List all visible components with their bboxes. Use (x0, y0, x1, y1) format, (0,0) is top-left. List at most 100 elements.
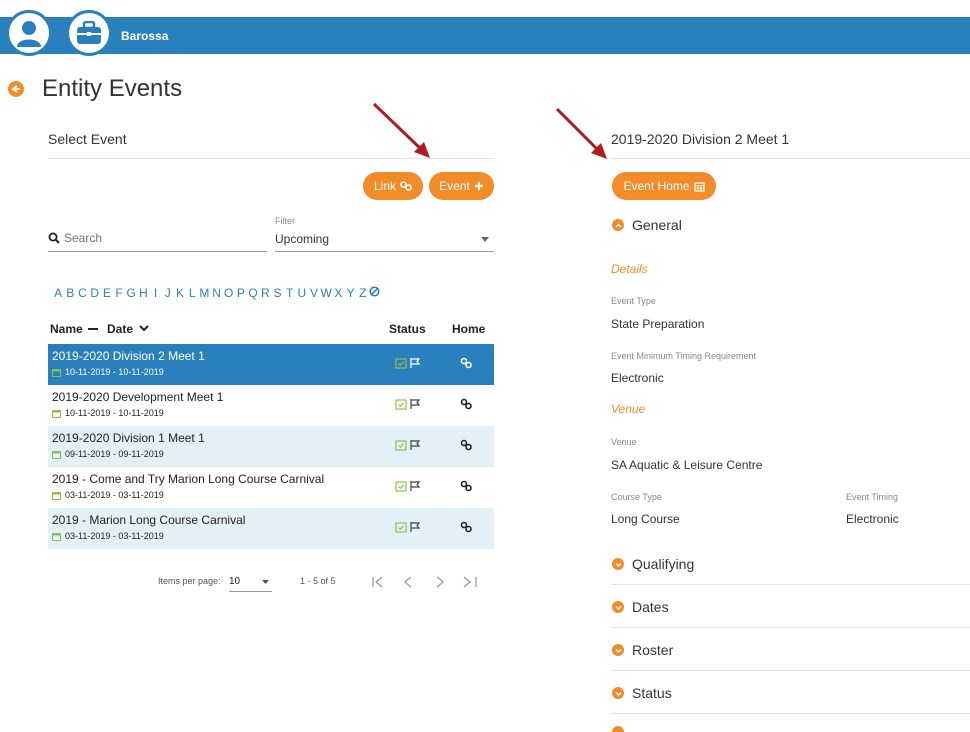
letter-j[interactable]: J (162, 286, 174, 300)
entity-switcher[interactable] (66, 10, 112, 56)
calendar-icon (52, 450, 61, 459)
pager-controls (372, 576, 477, 588)
letter-x[interactable]: X (332, 286, 344, 300)
general-section-label: General (632, 217, 682, 233)
event-name: 2019-2020 Division 2 Meet 1 (52, 349, 205, 363)
table-row[interactable]: 2019-2020 Development Meet 1 10-11-2019 … (48, 385, 494, 426)
user-avatar[interactable] (6, 10, 52, 56)
letter-k[interactable]: K (174, 286, 186, 300)
flag-icon (410, 481, 421, 491)
details-heading: Details (611, 262, 648, 276)
letter-v[interactable]: V (308, 286, 320, 300)
col-status: Status (389, 322, 426, 336)
section-divider (611, 627, 970, 628)
clear-letter-filter[interactable] (369, 286, 381, 300)
venue-label: Venue (611, 437, 637, 447)
link-button[interactable]: Link (363, 172, 423, 200)
col-date[interactable]: Date (107, 322, 133, 336)
select-event-title: Select Event (48, 131, 127, 147)
letter-h[interactable]: H (137, 286, 149, 300)
status-section-label: Status (632, 685, 672, 701)
link-icon[interactable] (460, 521, 472, 533)
chevron-up-icon (612, 219, 624, 231)
chevron-down-icon[interactable] (139, 325, 149, 332)
briefcase-icon (77, 21, 101, 44)
event-status (395, 521, 421, 533)
events-table-header: Name Date Status Home (48, 322, 494, 342)
letter-r[interactable]: R (259, 286, 271, 300)
table-row[interactable]: 2019 - Come and Try Marion Long Course C… (48, 467, 494, 508)
event-name: 2019-2020 Division 1 Meet 1 (52, 431, 205, 445)
letter-g[interactable]: G (125, 286, 137, 300)
letter-o[interactable]: O (223, 286, 235, 300)
event-name: 2019 - Marion Long Course Carnival (52, 513, 246, 527)
letter-z[interactable]: Z (357, 286, 369, 300)
add-event-button[interactable]: Event (429, 172, 494, 200)
user-icon (17, 21, 41, 47)
roster-section[interactable]: Roster (612, 642, 673, 658)
next-page-icon[interactable] (436, 576, 445, 588)
calendar-check-icon (395, 358, 407, 369)
page-title: Entity Events (42, 75, 183, 102)
letter-p[interactable]: P (235, 286, 247, 300)
dates-section[interactable]: Dates (612, 599, 669, 615)
calendar-check-icon (395, 440, 407, 451)
org-name[interactable]: Barossa (121, 29, 168, 43)
event-home-button[interactable]: Event Home (612, 172, 716, 200)
prev-page-icon[interactable] (403, 576, 412, 588)
letter-e[interactable]: E (101, 286, 113, 300)
status-section[interactable]: Status (612, 685, 672, 701)
letter-s[interactable]: S (271, 286, 283, 300)
link-icon[interactable] (460, 398, 472, 410)
col-name[interactable]: Name (50, 322, 83, 336)
page-range: 1 - 5 of 5 (300, 576, 336, 586)
qualifying-section[interactable]: Qualifying (612, 556, 694, 572)
annotation-arrow (372, 102, 430, 158)
general-section[interactable]: General (612, 217, 682, 233)
link-icon[interactable] (460, 480, 472, 492)
letter-i[interactable]: I (150, 286, 162, 300)
link-icon[interactable] (460, 357, 472, 369)
section-divider (611, 670, 970, 671)
items-per-page-select[interactable]: 10 (229, 576, 240, 587)
flag-icon (410, 522, 421, 532)
table-row[interactable]: 2019 - Marion Long Course Carnival 03-11… (48, 508, 494, 549)
calendar-icon (52, 491, 61, 500)
search-input[interactable] (64, 230, 264, 246)
dropdown-arrow-icon[interactable] (481, 237, 489, 242)
letter-y[interactable]: Y (345, 286, 357, 300)
letter-m[interactable]: M (198, 286, 210, 300)
letter-q[interactable]: Q (247, 286, 259, 300)
letter-a[interactable]: A (52, 286, 64, 300)
flag-icon (410, 440, 421, 450)
flag-icon (410, 358, 421, 368)
event-dates: 03-11-2019 - 03-11-2019 (65, 490, 164, 500)
letter-u[interactable]: U (296, 286, 308, 300)
calendar-icon (52, 368, 61, 377)
event-dates: 10-11-2019 - 10-11-2019 (65, 367, 164, 377)
last-page-icon[interactable] (463, 576, 477, 588)
calendar-check-icon (395, 399, 407, 410)
letter-f[interactable]: F (113, 286, 125, 300)
link-button-label: Link (373, 179, 396, 193)
table-row[interactable]: 2019-2020 Division 2 Meet 1 10-11-2019 -… (48, 344, 494, 385)
calendar-icon (52, 409, 61, 418)
letter-d[interactable]: D (89, 286, 101, 300)
letter-t[interactable]: T (284, 286, 296, 300)
letter-n[interactable]: N (210, 286, 222, 300)
link-icon (400, 181, 412, 191)
event-status (395, 480, 421, 492)
letter-w[interactable]: W (320, 286, 332, 300)
table-row[interactable]: 2019-2020 Division 1 Meet 1 09-11-2019 -… (48, 426, 494, 467)
letter-b[interactable]: B (64, 286, 76, 300)
per-page-dropdown-icon[interactable] (262, 580, 269, 584)
letter-c[interactable]: C (76, 286, 88, 300)
per-page-underline (229, 591, 272, 592)
link-icon[interactable] (460, 439, 472, 451)
clear-filter-icon (369, 286, 381, 297)
filter-select[interactable]: Upcoming (275, 232, 329, 246)
first-page-icon[interactable] (372, 576, 383, 588)
event-home-label: Event Home (623, 179, 690, 193)
back-button[interactable] (8, 81, 24, 97)
letter-l[interactable]: L (186, 286, 198, 300)
